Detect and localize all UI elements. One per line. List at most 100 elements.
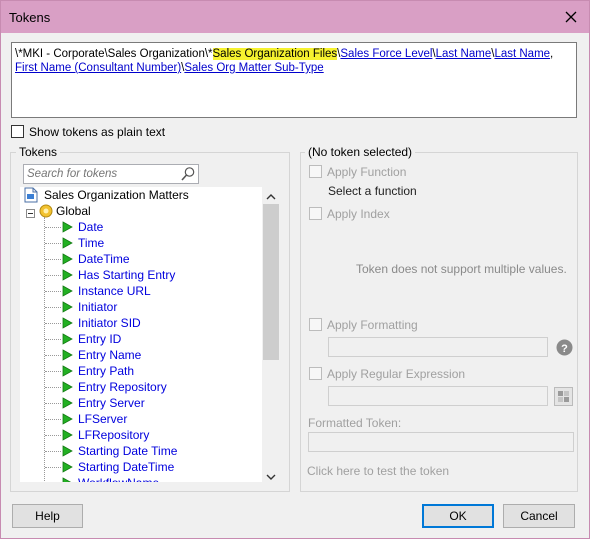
play-arrow-icon <box>62 429 73 444</box>
regex-input[interactable] <box>328 386 548 406</box>
path-token[interactable]: Sales Org Matter Sub-Type <box>184 62 323 74</box>
path-token[interactable]: Last Name <box>494 48 550 60</box>
tree-guide-branch <box>45 323 61 324</box>
tree-guide-branch <box>45 275 61 276</box>
tree-guide-branch <box>45 355 61 356</box>
global-icon <box>39 204 53 221</box>
formatted-token-field <box>308 432 574 452</box>
close-icon[interactable] <box>553 1 589 33</box>
tree-guide-branch <box>45 259 61 260</box>
play-arrow-icon <box>62 237 73 252</box>
play-arrow-icon <box>62 301 73 316</box>
tree-token-label: Has Starting Entry <box>78 268 176 282</box>
tree-guide-branch <box>45 371 61 372</box>
path-token[interactable]: Last Name <box>436 48 492 60</box>
no-multiple-values-note: Token does not support multiple values. <box>356 262 567 276</box>
show-plain-text-checkbox[interactable] <box>11 125 24 138</box>
test-token-link[interactable]: Click here to test the token <box>307 464 449 478</box>
path-text: \*MKI - Corporate\Sales Organization\* <box>15 48 213 60</box>
cancel-button[interactable]: Cancel <box>503 504 575 528</box>
tree-guide-branch <box>45 339 61 340</box>
tree-guide-branch <box>45 403 61 404</box>
tree-guide-line <box>44 217 45 482</box>
tree-token-label: Entry Path <box>78 364 135 378</box>
regex-builder-icon[interactable] <box>554 387 573 406</box>
play-arrow-icon <box>62 381 73 396</box>
tree-guide-branch <box>45 307 61 308</box>
tree-token-label: Entry Repository <box>78 380 167 394</box>
tree-token-label: LFServer <box>78 412 128 426</box>
tree-guide-branch <box>45 291 61 292</box>
title-bar: Tokens <box>1 1 589 33</box>
play-arrow-icon <box>62 397 73 412</box>
tree-guide-branch <box>45 243 61 244</box>
details-group-title: (No token selected) <box>305 145 416 159</box>
play-arrow-icon <box>62 413 73 428</box>
path-token[interactable]: First Name (Consultant Number) <box>15 62 181 74</box>
tree-guide-branch <box>45 227 61 228</box>
play-arrow-icon <box>62 221 73 236</box>
tokens-group-title: Tokens <box>16 145 61 159</box>
tree-token-label: Entry Name <box>78 348 142 362</box>
tree-guide-branch <box>45 419 61 420</box>
document-icon <box>24 187 38 206</box>
tree-root-label: Sales Organization Matters <box>44 188 189 202</box>
play-arrow-icon <box>62 253 73 268</box>
tree-token-label: Date <box>78 220 104 234</box>
tree-token-label: Starting Date Time <box>78 444 178 458</box>
help-icon[interactable]: ? <box>556 339 573 359</box>
ok-button[interactable]: OK <box>422 504 494 528</box>
tree-guide-branch <box>45 435 61 436</box>
tree-guide-branch <box>45 387 61 388</box>
play-arrow-icon <box>62 349 73 364</box>
tree-token-label: DateTime <box>78 252 130 266</box>
search-icon[interactable] <box>180 166 196 185</box>
apply-index-label: Apply Index <box>327 207 390 221</box>
tree-token-label: Entry Server <box>78 396 145 410</box>
tree-token-label: Initiator <box>78 300 118 314</box>
path-text: , <box>550 48 554 60</box>
tree-token-label: WorkflowName <box>78 476 159 482</box>
apply-regex-checkbox[interactable] <box>309 367 322 380</box>
tree-global-label: Global <box>56 204 91 218</box>
path-token[interactable]: Sales Force Level <box>340 48 432 60</box>
play-arrow-icon <box>62 461 73 476</box>
apply-function-checkbox[interactable] <box>309 165 322 178</box>
apply-function-label: Apply Function <box>327 165 407 179</box>
tree-guide-branch <box>45 467 61 468</box>
apply-formatting-label: Apply Formatting <box>327 318 418 332</box>
apply-index-checkbox[interactable] <box>309 207 322 220</box>
tree-token-label: Initiator SID <box>78 316 141 330</box>
collapse-icon[interactable] <box>26 207 35 221</box>
token-tree: Sales Organization Matters Global Date Ti… <box>20 187 262 482</box>
path-highlighted-text: Sales Organization Files <box>212 48 338 60</box>
tree-guide-branch <box>45 451 61 452</box>
help-button[interactable]: Help <box>12 504 83 528</box>
token-search-input[interactable] <box>27 166 177 182</box>
svg-text:?: ? <box>561 343 568 355</box>
tree-token-label: Time <box>78 236 105 250</box>
window-title: Tokens <box>9 10 51 25</box>
formatted-token-label: Formatted Token: <box>308 416 402 430</box>
token-path-textbox[interactable]: \*MKI - Corporate\Sales Organization\*Sa… <box>11 42 577 118</box>
tokens-dialog: Tokens \*MKI - Corporate\Sales Organizat… <box>0 0 590 539</box>
play-arrow-icon <box>62 285 73 300</box>
tree-scroll-thumb[interactable] <box>263 204 279 360</box>
token-search-box <box>23 164 199 184</box>
play-arrow-icon <box>62 333 73 348</box>
tree-token-label: Entry ID <box>78 332 122 346</box>
show-plain-text-label: Show tokens as plain text <box>29 125 166 139</box>
apply-formatting-checkbox[interactable] <box>309 318 322 331</box>
scroll-down-icon[interactable] <box>266 470 276 484</box>
tree-token-label: LFRepository <box>78 428 150 442</box>
formatting-input[interactable] <box>328 337 548 357</box>
tree-token-label: Instance URL <box>78 284 151 298</box>
play-arrow-icon <box>62 365 73 380</box>
apply-regex-label: Apply Regular Expression <box>327 367 466 381</box>
select-function-text[interactable]: Select a function <box>328 184 417 198</box>
play-arrow-icon <box>62 477 73 482</box>
play-arrow-icon <box>62 317 73 332</box>
play-arrow-icon <box>62 445 73 460</box>
play-arrow-icon <box>62 269 73 284</box>
scroll-up-icon[interactable] <box>266 190 276 204</box>
